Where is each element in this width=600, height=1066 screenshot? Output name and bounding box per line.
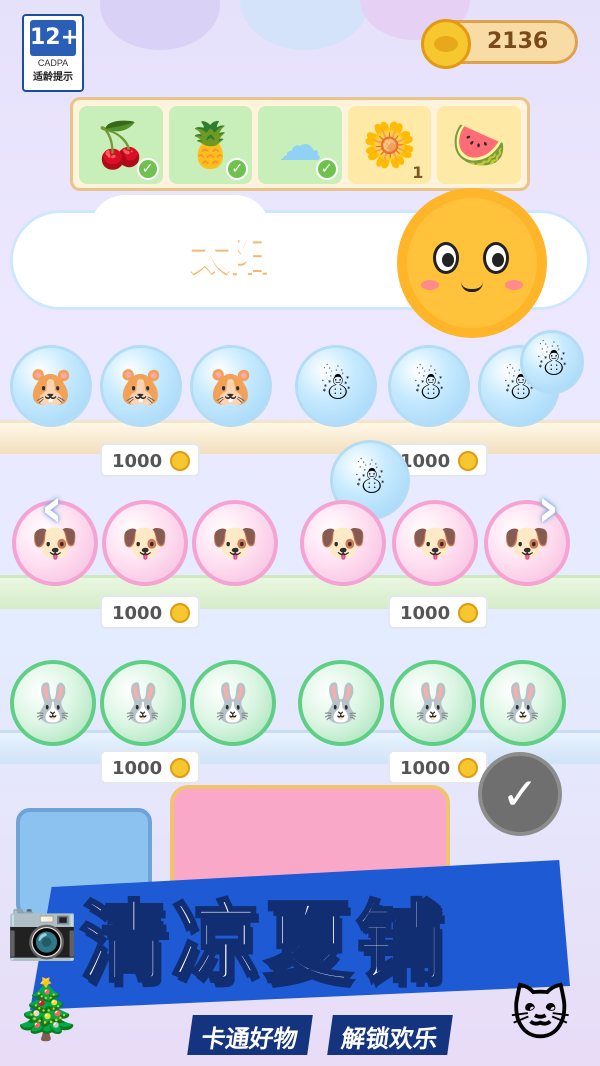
- price-value: 1000: [400, 758, 451, 779]
- shelf-item[interactable]: ☃: [295, 345, 377, 427]
- age-rating-org: CADPA: [37, 58, 69, 68]
- category-watermelon[interactable]: 🍉: [437, 106, 521, 184]
- confirm-button[interactable]: ✓: [478, 752, 562, 836]
- price-value: 1000: [400, 603, 451, 624]
- price-tag[interactable]: 1000: [100, 443, 200, 477]
- coin-icon: [170, 758, 190, 778]
- shelf-item[interactable]: 🐹: [100, 345, 182, 427]
- shelf-item[interactable]: 🐹: [10, 345, 92, 427]
- sun-cheek-right: [505, 280, 523, 290]
- coin-icon: [458, 758, 478, 778]
- cat-jelly-icon: 🐱: [510, 980, 571, 1048]
- puppy-tree-icon: ☃: [318, 364, 354, 408]
- coin-icon: [458, 451, 478, 471]
- bunny-jar-icon: 🐰: [209, 680, 257, 725]
- sun-flower-icon: 🌼: [362, 120, 417, 171]
- check-icon: ✓: [315, 158, 338, 180]
- puppy-tree-icon: ☃: [352, 458, 388, 502]
- hamster-icon: 🐹: [27, 363, 75, 408]
- watermelon-icon: 🍉: [451, 120, 507, 171]
- coin-icon: [458, 603, 478, 623]
- age-rating-value: 12+: [30, 20, 79, 56]
- bunny-jar-icon: 🐰: [499, 680, 547, 725]
- sun-eye-left: [433, 242, 459, 274]
- shelf-item[interactable]: 🐰: [10, 660, 96, 746]
- check-icon: ✓: [226, 158, 249, 180]
- puppy-jar-icon: 🐶: [411, 520, 459, 565]
- bunny-jar-icon: 🐰: [409, 680, 457, 725]
- shelf-item[interactable]: ☃: [388, 345, 470, 427]
- price-tag[interactable]: 1000: [388, 595, 488, 629]
- shelf-item[interactable]: 🐰: [100, 660, 186, 746]
- coin-balance-value: 2136: [487, 29, 549, 54]
- prev-arrow-button[interactable]: ‹: [30, 470, 74, 544]
- camera-icon: 📷: [6, 895, 79, 963]
- coin-icon: [170, 451, 190, 471]
- next-arrow-button[interactable]: ›: [526, 470, 570, 544]
- shelf-item[interactable]: 🐶: [192, 500, 278, 586]
- coin-icon: [421, 19, 471, 69]
- shelf-item[interactable]: 🐶: [102, 500, 188, 586]
- price-value: 1000: [112, 758, 163, 779]
- price-value: 1000: [112, 603, 163, 624]
- price-value: 1000: [112, 451, 163, 472]
- coin-icon: [170, 603, 190, 623]
- shelf-item[interactable]: 🐰: [190, 660, 276, 746]
- category-count: 1: [412, 163, 424, 182]
- price-tag[interactable]: 1000: [388, 750, 488, 784]
- puppy-jar-icon: 🐶: [211, 520, 259, 565]
- cloud-icon: ☁: [277, 119, 322, 171]
- hamster-icon: 🐹: [117, 363, 165, 408]
- christmas-tree-icon: 🎄: [10, 975, 83, 1043]
- section-title: 太阳: [189, 231, 271, 279]
- bunny-jar-icon: 🐰: [119, 680, 167, 725]
- puppy-jar-icon: 🐶: [319, 520, 367, 565]
- bunny-jar-icon: 🐰: [317, 680, 365, 725]
- shelf-item[interactable]: ☃: [520, 330, 584, 394]
- puppy-tree-icon: ☃: [534, 340, 570, 384]
- hamster-icon: 🐹: [207, 363, 255, 408]
- check-icon: ✓: [136, 158, 159, 180]
- category-sun[interactable]: 🌼 1: [347, 106, 432, 184]
- puppy-tree-icon: ☃: [411, 364, 447, 408]
- sun-eye-right: [483, 242, 509, 274]
- price-tag[interactable]: 1000: [100, 595, 200, 629]
- shelf-item[interactable]: 🐰: [480, 660, 566, 746]
- promo-tag: 卡通好物: [187, 1015, 313, 1055]
- shelf-item[interactable]: 🐹: [190, 345, 272, 427]
- category-cherry[interactable]: 🍒 ✓: [79, 106, 163, 184]
- sun-mouth: [461, 282, 483, 292]
- age-rating-label: 适龄提示: [33, 72, 73, 83]
- category-pineapple[interactable]: 🍍 ✓: [168, 106, 253, 184]
- sun-mascot-body: [407, 198, 537, 328]
- category-bar: 🍒 ✓ 🍍 ✓ ☁ ✓ 🌼 1 🍉: [70, 97, 530, 191]
- sun-cheek-left: [421, 280, 439, 290]
- promo-tag: 解锁欢乐: [327, 1015, 453, 1055]
- shelf-item[interactable]: 🐶: [300, 500, 386, 586]
- shelf-item[interactable]: 🐰: [390, 660, 476, 746]
- bunny-jar-icon: 🐰: [29, 680, 77, 725]
- shelf-item[interactable]: 🐶: [392, 500, 478, 586]
- age-rating-badge: 12+ CADPA 适龄提示: [22, 14, 84, 92]
- coin-balance: 2136: [421, 19, 578, 69]
- category-cloud[interactable]: ☁ ✓: [258, 106, 342, 184]
- promo-title: 清凉夏铺: [78, 890, 449, 996]
- puppy-jar-icon: 🐶: [121, 520, 169, 565]
- shelf-item[interactable]: 🐰: [298, 660, 384, 746]
- price-tag[interactable]: 1000: [100, 750, 200, 784]
- sun-mascot: [385, 188, 565, 338]
